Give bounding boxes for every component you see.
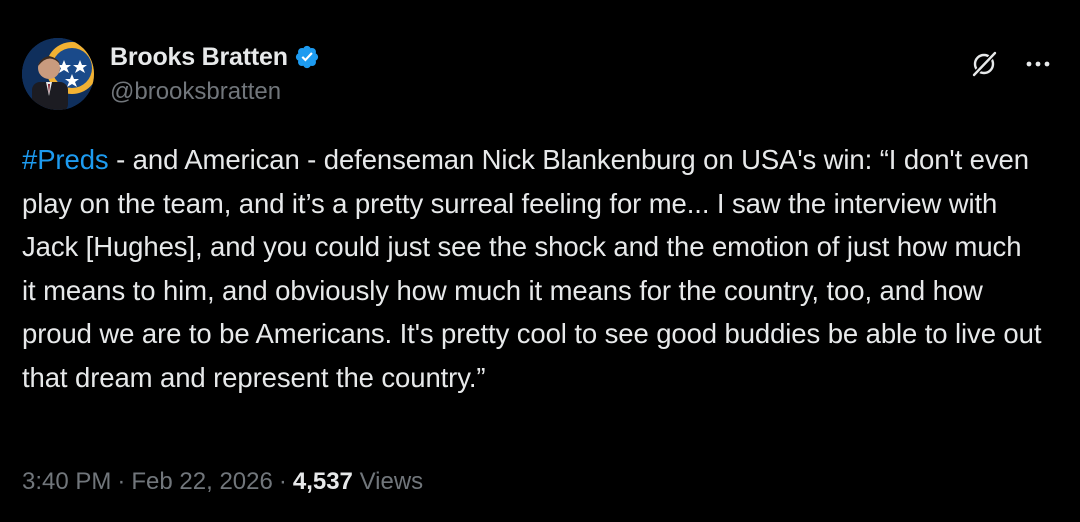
grok-button[interactable]	[964, 44, 1004, 84]
tweet-text: - and American - defenseman Nick Blanken…	[22, 144, 1042, 393]
avatar[interactable]	[22, 38, 94, 110]
tweet-body: #Preds - and American - defenseman Nick …	[22, 138, 1042, 400]
author-display-name[interactable]: Brooks Bratten	[110, 43, 288, 72]
author-handle[interactable]: @brooksbratten	[110, 78, 320, 106]
tweet-time[interactable]: 3:40 PM	[22, 468, 111, 495]
tweet-meta: 3:40 PM · Feb 22, 2026 · 4,537 Views	[22, 468, 423, 496]
tweet-card: Brooks Bratten @brooksbratten #Preds - a…	[0, 0, 1080, 522]
grok-icon	[972, 51, 997, 77]
author-names: Brooks Bratten @brooksbratten	[110, 40, 320, 106]
meta-separator: ·	[117, 468, 126, 495]
hashtag-link[interactable]: #Preds	[22, 144, 109, 175]
avatar-image	[22, 38, 94, 110]
tweet-header: Brooks Bratten @brooksbratten	[22, 38, 1062, 114]
more-options-button[interactable]	[1018, 44, 1058, 84]
views-label: Views	[359, 468, 424, 495]
verified-badge-icon[interactable]	[294, 44, 320, 70]
display-name-row: Brooks Bratten	[110, 40, 320, 74]
more-horizontal-icon	[1026, 61, 1050, 67]
tweet-date[interactable]: Feb 22, 2026	[131, 468, 272, 495]
meta-separator: ·	[278, 468, 287, 495]
views-count: 4,537	[292, 468, 353, 495]
